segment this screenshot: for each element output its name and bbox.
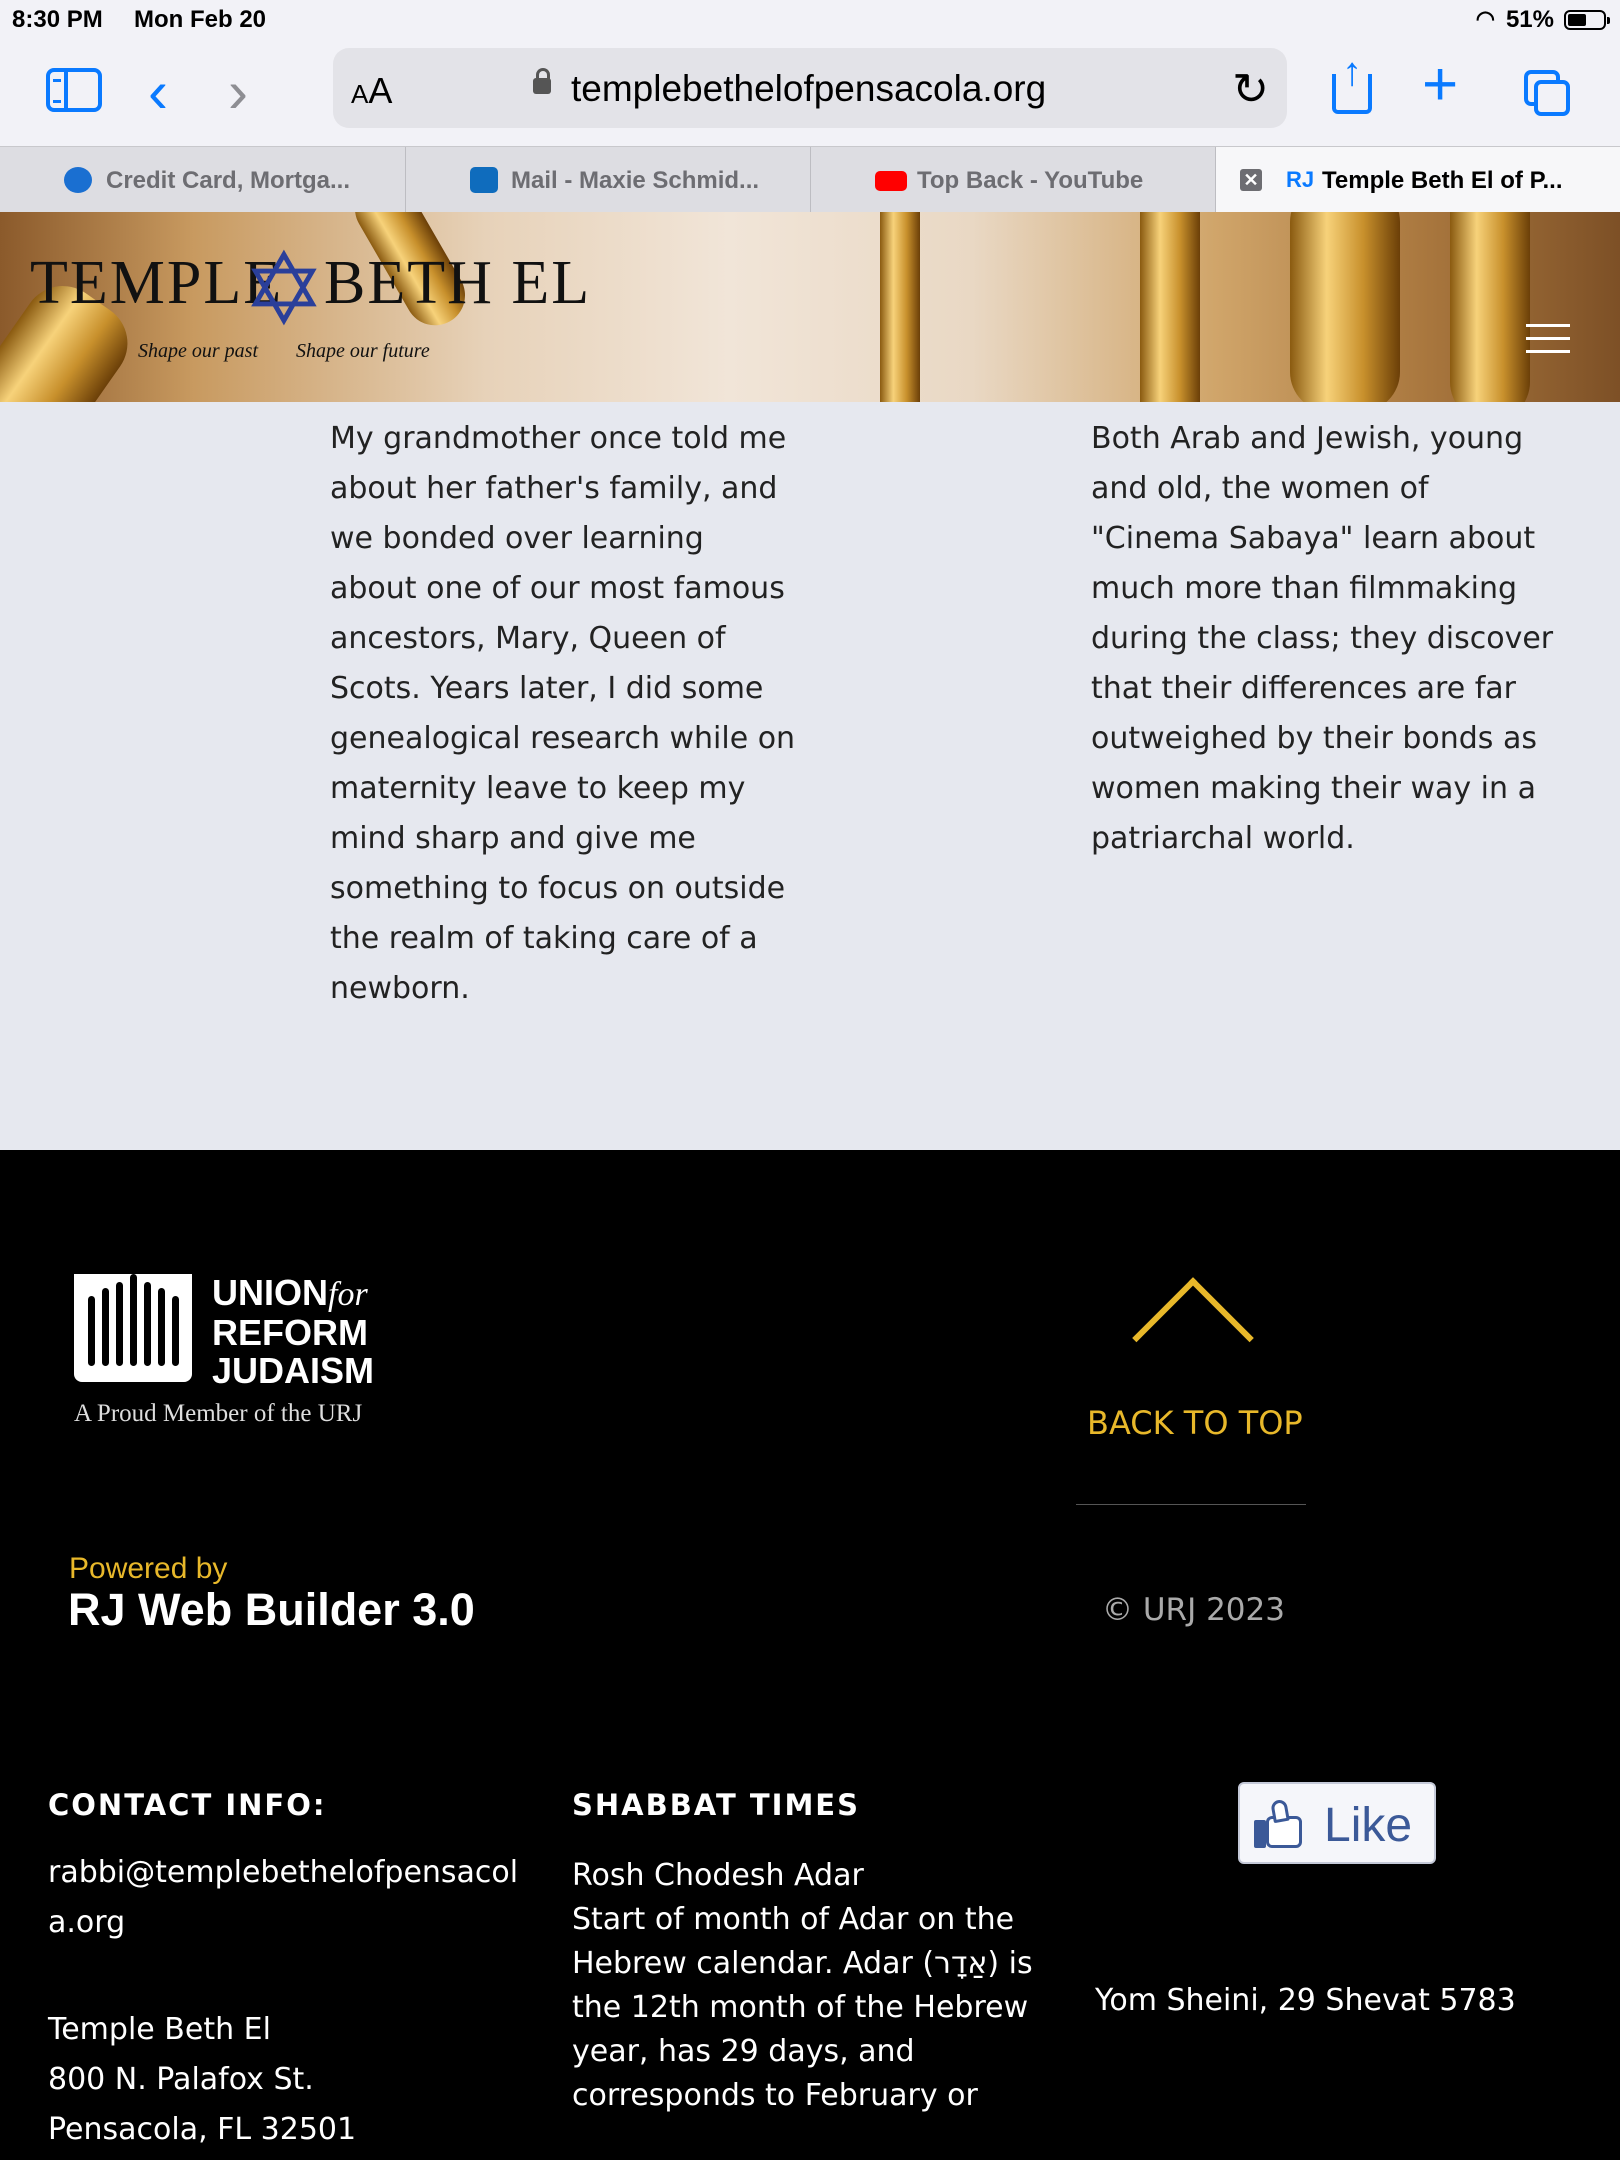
lock-icon — [533, 68, 551, 94]
browser-toolbar: ‹ › AA templebethelofpensacola.org ↻ ↑ + — [0, 40, 1620, 146]
url-text[interactable]: templebethelofpensacola.org — [571, 68, 1046, 110]
share-button[interactable] — [1332, 74, 1372, 114]
star-of-david-icon: ✡ — [242, 234, 326, 346]
facebook-like-button[interactable]: Like — [1238, 1782, 1436, 1864]
tab-mail[interactable]: Mail - Maxie Schmid... — [406, 147, 811, 213]
address-bar[interactable]: AA templebethelofpensacola.org ↻ — [333, 48, 1287, 128]
site-footer: UNIONfor REFORM JUDAISM A Proud Member o… — [0, 1150, 1620, 2160]
contact-address: Temple Beth El 800 N. Palafox St. Pensac… — [48, 2012, 357, 2147]
urj-member-text: A Proud Member of the URJ — [74, 1400, 363, 1427]
like-label: Like — [1324, 1799, 1413, 1852]
tab-youtube[interactable]: Top Back - YouTube — [811, 147, 1216, 213]
new-tab-button[interactable]: + — [1422, 54, 1458, 116]
status-date: Mon Feb 20 — [134, 6, 267, 33]
rj-web-builder-link[interactable]: RJ Web Builder 3.0 — [68, 1584, 475, 1636]
urj-menorah-icon — [74, 1274, 192, 1382]
tab-temple-beth-el[interactable]: ✕ RJ Temple Beth El of P... — [1216, 147, 1620, 213]
logo-word-beth-el: BETH EL — [324, 249, 592, 317]
back-button[interactable]: ‹ — [148, 62, 168, 122]
reader-settings-button[interactable]: AA — [351, 70, 392, 112]
tab-overview-icon[interactable] — [1524, 70, 1570, 116]
tagline-past: Shape our past — [138, 340, 258, 362]
back-to-top-link[interactable]: BACK TO TOP — [1087, 1404, 1303, 1442]
article-summary-left: My grandmother once told me about her fa… — [330, 421, 796, 1006]
menu-icon[interactable] — [1526, 324, 1570, 363]
urj-wordmark: UNIONfor REFORM JUDAISM — [212, 1272, 375, 1391]
rj-icon: RJ — [1286, 167, 1315, 192]
chevron-up-icon[interactable] — [1132, 1277, 1254, 1399]
menorah-decoration — [880, 212, 920, 402]
shabbat-description: Rosh Chodesh Adar Start of month of Adar… — [572, 1858, 1033, 2113]
youtube-icon — [875, 171, 907, 191]
divider — [1076, 1504, 1306, 1505]
battery-icon — [1564, 10, 1610, 30]
hebrew-date: Yom Sheini, 29 Shevat 5783 — [1095, 1983, 1516, 2018]
wifi-icon: ◠ — [1475, 6, 1495, 31]
contact-heading: CONTACT INFO: — [48, 1788, 327, 1822]
chase-icon — [64, 167, 92, 193]
powered-by-label: Powered by — [69, 1552, 228, 1585]
outlook-icon — [470, 167, 498, 193]
menorah-decoration — [1140, 212, 1200, 402]
shabbat-heading: SHABBAT TIMES — [572, 1788, 861, 1822]
reload-icon[interactable]: ↻ — [1232, 64, 1269, 115]
tab-strip: Credit Card, Mortga... Mail - Maxie Schm… — [0, 146, 1620, 214]
close-tab-icon[interactable]: ✕ — [1240, 169, 1262, 191]
article-summary-right: Both Arab and Jewish, young and old, the… — [1091, 421, 1554, 856]
tab-credit-card[interactable]: Credit Card, Mortga... — [0, 147, 406, 213]
status-time: 8:30 PM — [12, 6, 103, 33]
menorah-decoration — [1450, 212, 1530, 402]
menorah-decoration — [1290, 212, 1400, 402]
thumbs-up-icon — [1254, 1798, 1304, 1850]
site-header: TEMPLE ✡ BETH EL Shape our past Shape ou… — [0, 212, 1620, 402]
battery-percent: 51% — [1505, 6, 1554, 33]
main-content: My grandmother once told me about her fa… — [0, 402, 1620, 1150]
sidebar-toggle-icon[interactable] — [46, 68, 102, 112]
tagline-future: Shape our future — [296, 340, 430, 362]
forward-button[interactable]: › — [228, 62, 248, 122]
contact-email-link[interactable]: rabbi@templebethelofpensacol a.org — [48, 1848, 518, 1948]
status-bar: 8:30 PM Mon Feb 20 ◠ 51% — [0, 0, 1620, 40]
copyright-text: © URJ 2023 — [1102, 1592, 1285, 1628]
